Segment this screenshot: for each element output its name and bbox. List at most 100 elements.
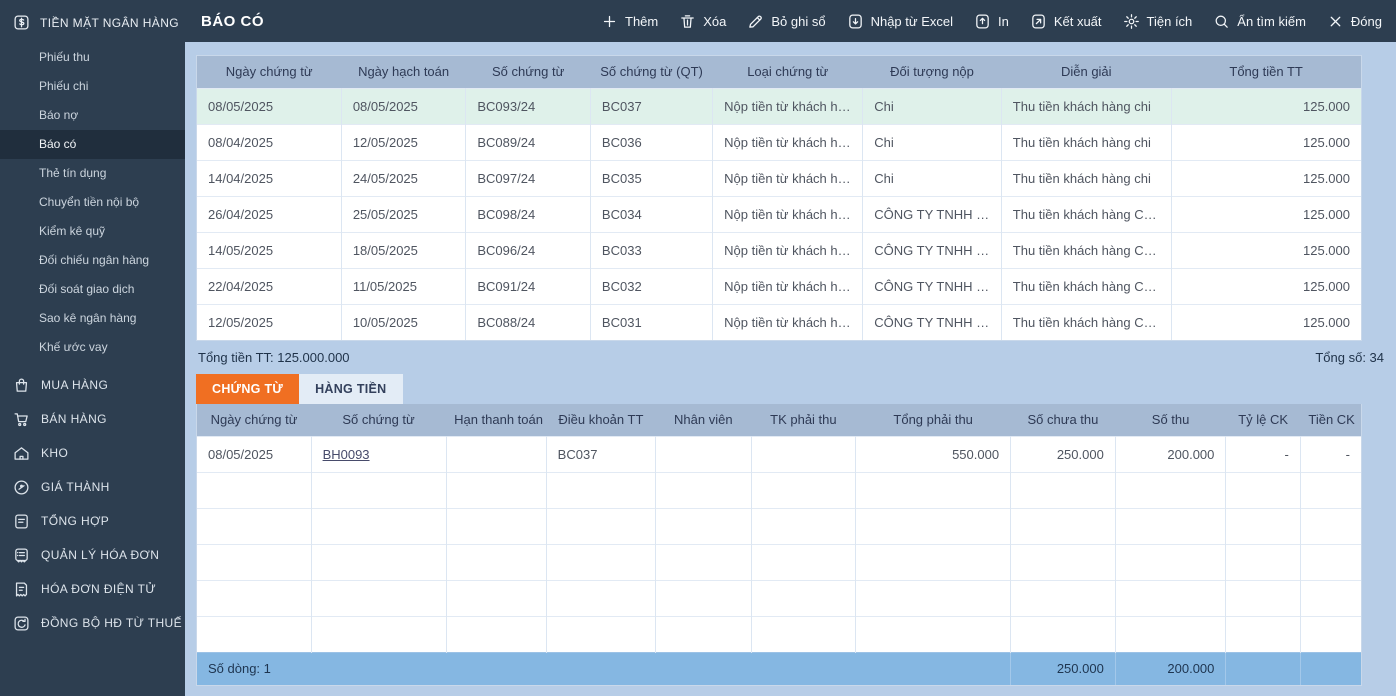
table-row[interactable]: 14/05/2025 18/05/2025 BC096/24 BC033 Nộp tiề… [197, 231, 1361, 268]
cell: BC032 [590, 267, 714, 304]
dong-button[interactable]: Đóng [1327, 13, 1382, 30]
documents-table-wrap: Ngày chứng từ Ngày hạch toán Số chứng từ Số… [196, 55, 1362, 341]
column-header-han-thanh-toan[interactable]: Hạn thanh toán [446, 404, 547, 436]
table-row[interactable]: 08/05/2025 BH0093 BC037 550.000 250.000 200.0… [197, 435, 1361, 472]
column-header-tong-phai-thu[interactable]: Tổng phải thu [855, 404, 1011, 436]
sidebar-item-bao-no[interactable]: Báo nợ [0, 101, 185, 130]
sidebar-item-chuyen-tien-noi-bo[interactable]: Chuyển tiền nội bộ [0, 188, 185, 217]
document-link[interactable]: BH0093 [323, 447, 370, 462]
cell [1115, 507, 1227, 544]
column-header-ngay-hach-toan[interactable]: Ngày hạch toán [341, 56, 466, 88]
column-header-dieu-khoan-tt[interactable]: Điều khoản TT [546, 404, 656, 436]
cell: 12/05/2025 [341, 123, 467, 160]
empty-row[interactable] [197, 471, 1361, 508]
xoa-button[interactable]: Xóa [679, 13, 726, 30]
cell [1010, 615, 1116, 652]
cell [546, 507, 657, 544]
search-icon [1213, 13, 1230, 30]
cart-icon [13, 411, 30, 428]
cell: BC037 [590, 87, 714, 124]
tab-chung-tu[interactable]: CHỨNG TỪ [196, 374, 300, 404]
column-header-ngay-chung-tu[interactable]: Ngày chứng từ [197, 404, 312, 436]
column-header-so-chung-tu-qt[interactable]: Số chứng từ (QT) [590, 56, 713, 88]
them-button[interactable]: Thêm [601, 13, 658, 30]
cell: 10/05/2025 [341, 303, 467, 340]
table-row[interactable]: 08/05/2025 08/05/2025 BC093/24 BC037 Nộp tiề… [197, 87, 1361, 124]
cell [1225, 615, 1301, 652]
sidebar-item-doi-soat-giao-dich[interactable]: Đối soát giao dịch [0, 275, 185, 304]
cell: BC097/24 [465, 159, 591, 196]
sidebar-item-label: TỔNG HỢP [41, 514, 110, 528]
sidebar-item-ban-hang[interactable]: BÁN HÀNG [0, 402, 185, 436]
cell [1300, 615, 1361, 652]
column-header-nhan-vien[interactable]: Nhân viên [655, 404, 752, 436]
sidebar-item-khe-uoc-vay[interactable]: Khế ước vay [0, 333, 185, 362]
cell: CÔNG TY TNHH S... [862, 195, 1002, 232]
toolbar-button-label: Thêm [625, 13, 659, 29]
sidebar-item-tien-mat-ngan-hang[interactable]: TIỀN MẶT NGÂN HÀNG [0, 6, 185, 41]
cell: 26/04/2025 [197, 195, 342, 232]
empty-row[interactable] [197, 579, 1361, 616]
sidebar-item-bao-co[interactable]: Báo có [0, 130, 185, 159]
column-header-dien-giai[interactable]: Diễn giải [1001, 56, 1172, 88]
sidebar-item-tong-hop[interactable]: TỔNG HỢP [0, 504, 185, 538]
plus-icon [601, 13, 618, 30]
bo-ghi-so-button[interactable]: Bỏ ghi sổ [747, 13, 826, 30]
sidebar-item-gia-thanh[interactable]: GIÁ THÀNH [0, 470, 185, 504]
sidebar-item-dong-bo-hd-tu-thue[interactable]: ĐỒNG BỘ HĐ TỪ THUẾ [0, 606, 185, 640]
column-header-so-thu[interactable]: Số thu [1115, 404, 1226, 436]
table-row[interactable]: 08/04/2025 12/05/2025 BC089/24 BC036 Nộp tiề… [197, 123, 1361, 160]
cell [751, 471, 857, 508]
column-header-loai-chung-tu[interactable]: Loại chứng từ [712, 56, 863, 88]
table-row[interactable]: 14/04/2025 24/05/2025 BC097/24 BC035 Nộp tiề… [197, 159, 1361, 196]
column-header-so-chung-tu[interactable]: Số chứng từ [311, 404, 447, 436]
documents-table: Ngày chứng từ Ngày hạch toán Số chứng từ Số… [197, 56, 1361, 340]
table-row[interactable]: 22/04/2025 11/05/2025 BC091/24 BC032 Nộp tiề… [197, 267, 1361, 304]
title-bar: BÁO CÓ Thêm Xóa Bỏ ghi sổ Nhập từ Excel In Kế… [185, 0, 1396, 42]
cell [197, 579, 312, 616]
in-button[interactable]: In [974, 13, 1009, 30]
empty-row[interactable] [197, 543, 1361, 580]
empty-row[interactable] [197, 615, 1361, 652]
cell [446, 579, 547, 616]
column-header-so-chua-thu[interactable]: Số chưa thu [1010, 404, 1116, 436]
sidebar-item-hoa-don-dien-tu[interactable]: HÓA ĐƠN ĐIỆN TỬ [0, 572, 185, 606]
nhap-tu-excel-button[interactable]: Nhập từ Excel [847, 13, 953, 30]
sidebar-item-the-tin-dung[interactable]: Thẻ tín dụng [0, 159, 185, 188]
sidebar-item-phieu-thu[interactable]: Phiếu thu [0, 43, 185, 72]
tab-hang-tien[interactable]: HÀNG TIỀN [299, 374, 403, 404]
cell: BC034 [590, 195, 714, 232]
pencil-icon [747, 13, 764, 30]
table-row[interactable]: 26/04/2025 25/05/2025 BC098/24 BC034 Nộp tiề… [197, 195, 1361, 232]
sidebar-item-quan-ly-hoa-don[interactable]: QUẢN LÝ HÓA ĐƠN [0, 538, 185, 572]
sidebar-item-kiem-ke-quy[interactable]: Kiểm kê quỹ [0, 217, 185, 246]
column-header-tien-ck[interactable]: Tiền CK [1300, 404, 1361, 436]
ket-xuat-button[interactable]: Kết xuất [1030, 13, 1102, 30]
cell [446, 543, 547, 580]
table-row[interactable]: 12/05/2025 10/05/2025 BC088/24 BC031 Nộp tiề… [197, 303, 1361, 340]
content-area: Ngày chứng từ Ngày hạch toán Số chứng từ Số… [185, 42, 1396, 696]
cell: CÔNG TY TNHH S... [862, 303, 1002, 340]
cell: BC037 [546, 435, 657, 472]
an-tim-kiem-button[interactable]: Ẩn tìm kiếm [1213, 13, 1306, 30]
sidebar-item-sao-ke-ngan-hang[interactable]: Sao kê ngân hàng [0, 304, 185, 333]
sidebar-item-phieu-chi[interactable]: Phiếu chi [0, 72, 185, 101]
cell [655, 615, 752, 652]
column-header-doi-tuong-nop[interactable]: Đối tượng nộp [862, 56, 1002, 88]
detail-sum-row: Số dòng: 1 250.000 200.000 [197, 651, 1361, 685]
column-header-tk-phai-thu[interactable]: TK phải thu [751, 404, 856, 436]
column-header-ty-le-ck[interactable]: Tỷ lệ CK [1225, 404, 1301, 436]
bag-icon [13, 377, 30, 394]
sidebar-item-doi-chieu-ngan-hang[interactable]: Đối chiếu ngân hàng [0, 246, 185, 275]
cell: Thu tiền khách hàng CÔNG TY TN... [1001, 195, 1172, 232]
sidebar-item-kho[interactable]: KHO [0, 436, 185, 470]
detail-table-wrap: Ngày chứng từ Số chứng từ Hạn thanh toán Đi… [196, 404, 1362, 686]
column-header-tong-tien-tt[interactable]: Tổng tiền TT [1171, 56, 1361, 88]
cell: 125.000 [1171, 267, 1361, 304]
tien-ich-button[interactable]: Tiện ích [1123, 13, 1192, 30]
column-header-ngay-chung-tu[interactable]: Ngày chứng từ [197, 56, 342, 88]
column-header-so-chung-tu[interactable]: Số chứng từ [465, 56, 591, 88]
sidebar-item-mua-hang[interactable]: MUA HÀNG [0, 368, 185, 402]
empty-row[interactable] [197, 507, 1361, 544]
cell: CÔNG TY TNHH S... [862, 231, 1002, 268]
